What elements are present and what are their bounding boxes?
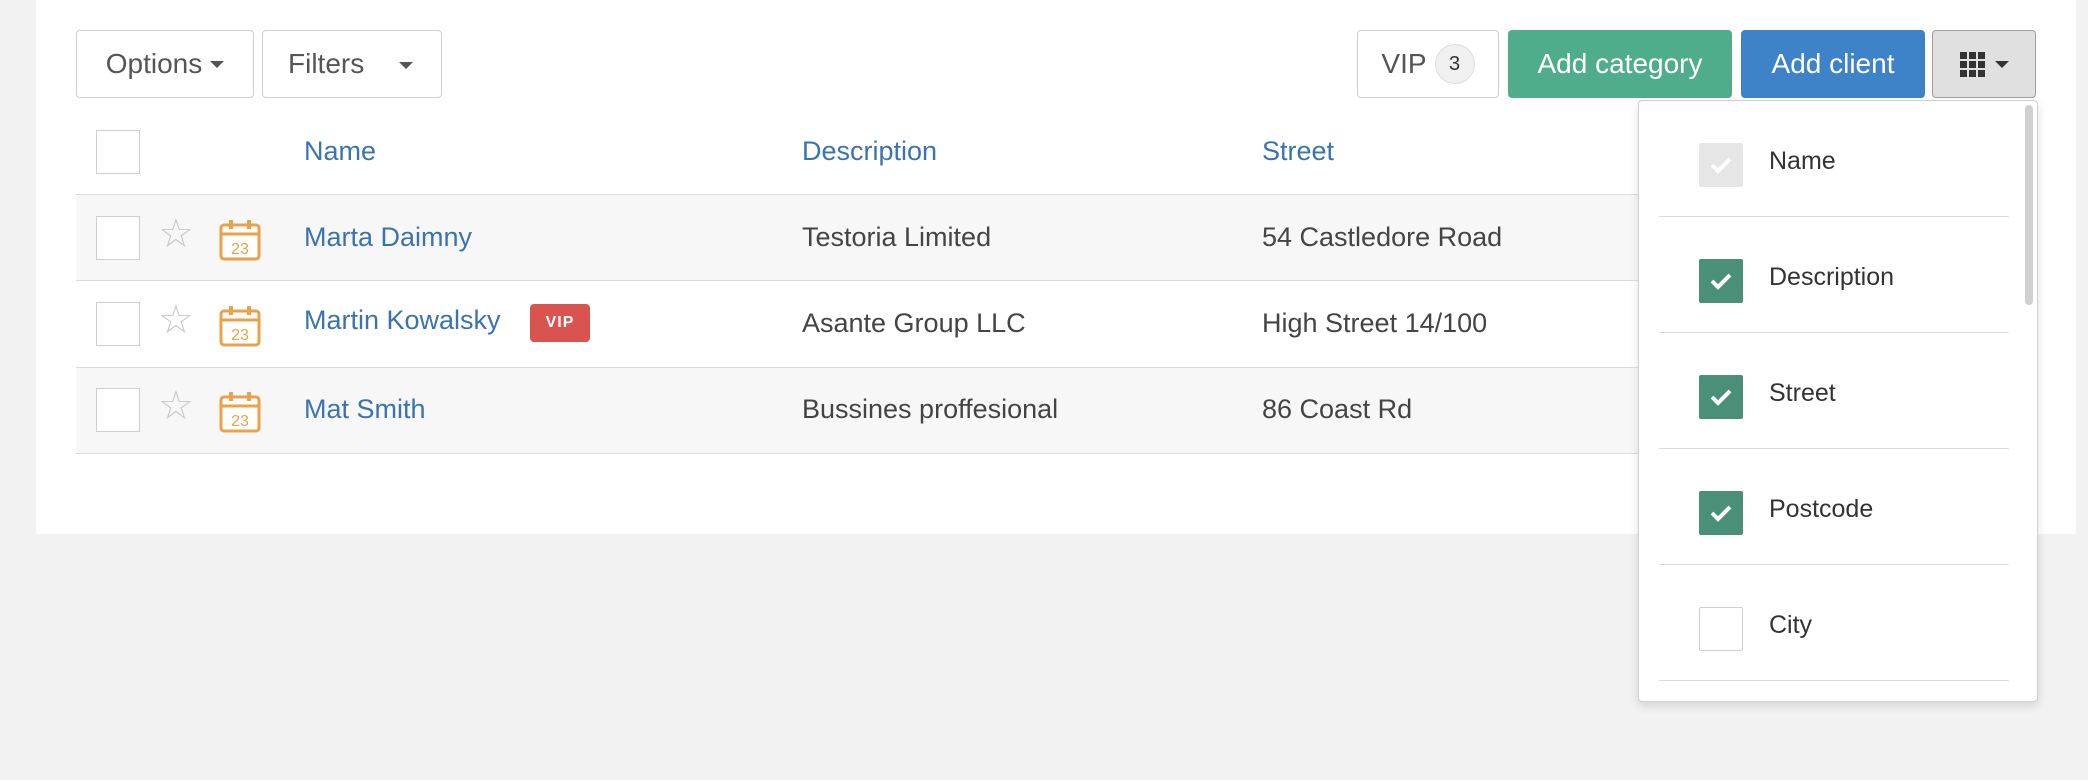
calendar-icon[interactable]: 23 [218,304,262,348]
client-street: 54 Castledore Road [1262,222,1503,252]
column-option-label: Postcode [1769,495,1874,523]
columns-dropdown-menu: Name Description Street Postcode City [1638,100,2038,702]
add-category-label: Add category [1537,48,1703,79]
row-checkbox[interactable] [96,302,140,346]
column-option-postcode[interactable]: Postcode [1659,449,2009,565]
vip-label: VIP [1381,48,1427,79]
options-label: Options [105,48,203,79]
star-outline-icon[interactable]: ☆ [158,300,194,340]
vip-filter-button[interactable]: VIP 3 [1357,30,1499,98]
star-outline-icon[interactable]: ☆ [158,386,194,426]
column-header-name[interactable]: Name [304,136,376,167]
column-option-street[interactable]: Street [1659,333,2009,449]
column-header-description[interactable]: Description [802,136,937,167]
check-icon [1710,505,1732,522]
filters-label: Filters [288,48,365,79]
caret-down-icon [210,60,225,68]
column-checkbox[interactable] [1699,259,1743,303]
client-description: Testoria Limited [802,222,992,252]
row-checkbox[interactable] [96,388,140,432]
calendar-icon[interactable]: 23 [218,218,262,262]
vip-badge: VIP [530,304,590,342]
client-street: High Street 14/100 [1262,308,1488,338]
calendar-day: 23 [231,241,249,258]
dropdown-scrollbar[interactable] [2025,105,2033,305]
check-icon [1710,273,1732,290]
column-option-label: Street [1769,379,1836,407]
filters-button[interactable]: Filters [262,30,442,98]
column-checkbox[interactable] [1699,375,1743,419]
add-category-button[interactable]: Add category [1508,30,1732,98]
client-name-link[interactable]: Marta Daimny [304,222,472,253]
calendar-icon[interactable]: 23 [218,390,262,434]
select-all-checkbox[interactable] [96,130,140,174]
client-description: Asante Group LLC [802,308,1026,338]
check-icon [1710,389,1732,406]
column-option-label: Name [1769,147,1836,175]
client-name-link[interactable]: Mat Smith [304,394,426,425]
client-street: 86 Coast Rd [1262,394,1413,424]
check-icon [1710,157,1732,174]
column-option-label: City [1769,611,1813,639]
vip-count-badge: 3 [1434,44,1475,84]
columns-toggle-button[interactable] [1932,30,2036,98]
calendar-day: 23 [231,327,249,344]
column-option-description[interactable]: Description [1659,217,2009,333]
caret-down-icon [399,62,413,69]
row-checkbox[interactable] [96,216,140,260]
star-outline-icon[interactable]: ☆ [158,214,194,254]
client-description: Bussines proffesional [802,394,1059,424]
column-option-city[interactable]: City [1659,565,2009,681]
column-option-label: Description [1769,263,1895,291]
grid-icon [1959,51,1985,77]
column-checkbox[interactable] [1699,607,1743,651]
column-checkbox[interactable] [1699,143,1743,187]
caret-down-icon [1994,60,2009,68]
options-button[interactable]: Options [76,30,254,98]
column-checkbox[interactable] [1699,491,1743,535]
add-client-label: Add client [1771,48,1895,79]
column-option-name[interactable]: Name [1659,101,2009,217]
client-name-link[interactable]: Martin Kowalsky [304,305,501,336]
add-client-button[interactable]: Add client [1741,30,1925,98]
column-header-street[interactable]: Street [1262,136,1334,167]
calendar-day: 23 [231,413,249,430]
